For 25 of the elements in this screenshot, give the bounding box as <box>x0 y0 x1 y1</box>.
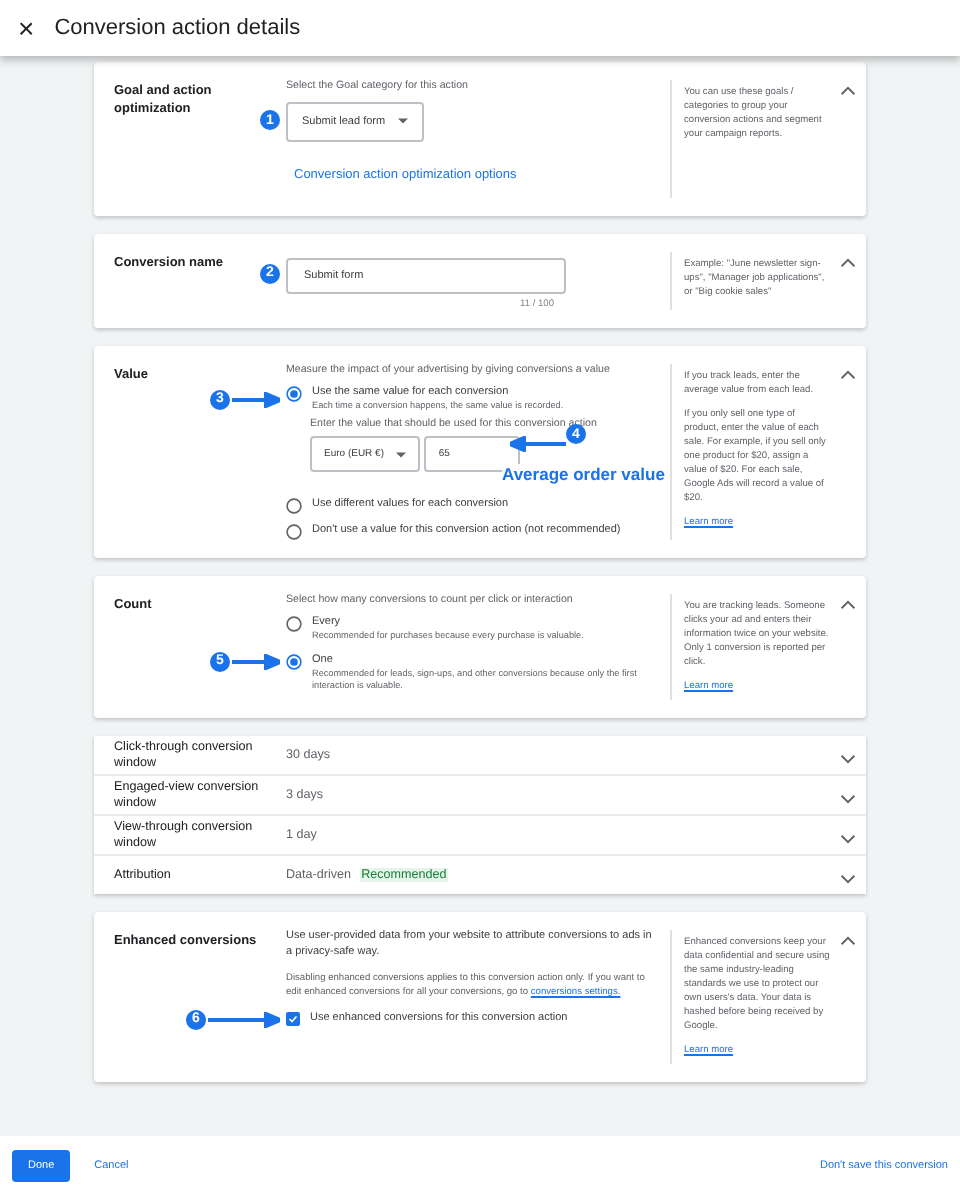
expand-icon[interactable] <box>840 753 856 764</box>
annotation-arrow <box>510 436 566 453</box>
caret-icon <box>396 451 407 458</box>
radio-button[interactable] <box>286 524 302 541</box>
expand-icon[interactable] <box>840 833 856 844</box>
annotation-arrow <box>232 653 280 670</box>
checkmark-icon <box>288 1012 298 1027</box>
radio-button[interactable] <box>286 653 302 670</box>
collapse-icon[interactable] <box>840 258 856 268</box>
window-title: Conversion action details <box>54 16 301 40</box>
radio-button[interactable] <box>286 498 302 515</box>
collapse-icon[interactable] <box>840 936 856 947</box>
annotation-arrow <box>208 1011 280 1028</box>
collapse-icon[interactable] <box>840 86 856 96</box>
annotation-label: Average order value <box>502 464 665 485</box>
radio-button[interactable] <box>286 616 302 633</box>
expand-icon[interactable] <box>840 873 856 884</box>
caret-icon <box>398 118 409 125</box>
radio-button[interactable] <box>286 386 302 402</box>
annotation-arrow <box>232 391 280 408</box>
collapse-icon[interactable] <box>840 370 856 380</box>
close-button[interactable]: × <box>18 14 35 42</box>
collapse-icon[interactable] <box>840 600 856 611</box>
checkbox[interactable] <box>286 1012 300 1027</box>
expand-icon[interactable] <box>840 793 856 804</box>
